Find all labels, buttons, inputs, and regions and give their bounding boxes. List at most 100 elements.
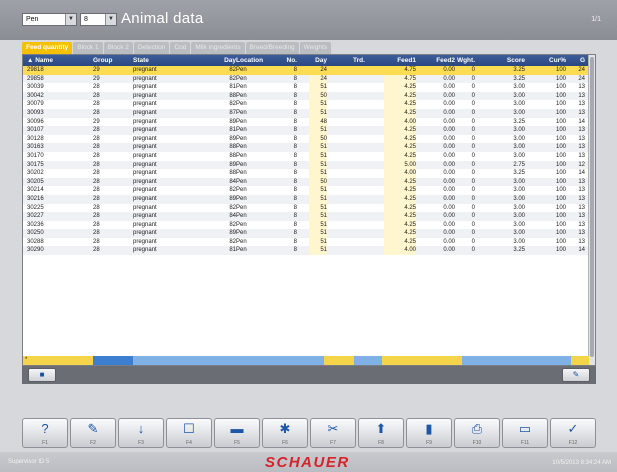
column-header-name[interactable]: ▲ Name	[27, 55, 87, 66]
column-header-feed2[interactable]: Feed2	[423, 55, 455, 66]
function-key-f2[interactable]: ✎ F2	[70, 418, 116, 448]
tab-block-1[interactable]: Block 1	[73, 42, 103, 54]
cell-cur-pct: 100	[555, 92, 566, 99]
tab-weights[interactable]: Weights	[299, 42, 332, 54]
cell-score: 3.00	[513, 127, 525, 134]
scrollbar-thumb[interactable]	[590, 57, 594, 357]
table-row[interactable]: 30205 28 pregnant 84 Pen 8 50 4.25 0.00 0 3.00 100 1…	[23, 177, 589, 187]
column-header-weight[interactable]: Wght.	[455, 55, 475, 66]
filter-select-field[interactable]: Pen ▼	[22, 13, 77, 26]
column-header-trd[interactable]: Trd.	[353, 55, 377, 66]
table-row[interactable]: 29858 29 pregnant 82 Pen 8 24 4.75 0.00 0 3.25 100 2…	[23, 74, 589, 84]
table-row[interactable]: 29818 29 pregnant 82 Pen 8 24 4.75 0.00 0 3.25 100 2…	[23, 66, 589, 75]
table-row[interactable]: 30214 28 pregnant 82 Pen 8 51 4.25 0.00 0 3.00 100 1…	[23, 186, 589, 195]
tab-cod[interactable]: Cod	[170, 42, 191, 54]
cell-weight: 0	[471, 187, 475, 194]
cell-cur-pct: 100	[555, 135, 566, 142]
function-key-f6[interactable]: ✱ F6	[262, 418, 308, 448]
column-header-no[interactable]: No.	[283, 55, 297, 66]
tab-milk-ingredients[interactable]: Milk ingredients	[191, 42, 245, 54]
cell-group: 29	[93, 75, 100, 82]
tab-breed-breeding[interactable]: Breed/Breeding	[245, 42, 299, 54]
table-row[interactable]: 30170 28 pregnant 88 Pen 8 51 4.25 0.00 0 3.00 100 1…	[23, 151, 589, 161]
cell-name: 30205	[27, 178, 44, 185]
function-key-label: F5	[234, 440, 240, 446]
column-header-day2[interactable]: Day	[309, 55, 327, 66]
function-key-f11[interactable]: ▭ F11	[502, 418, 548, 448]
table-row[interactable]: 30290 28 pregnant 81 Pen 8 51 4.00 0.00 0 3.25 100 1…	[23, 246, 589, 256]
column-header-cur-pct[interactable]: Cur%	[528, 55, 566, 66]
column-header-group[interactable]: Group	[93, 55, 129, 66]
vertical-scrollbar[interactable]	[588, 55, 595, 365]
table-row[interactable]: 30236 28 pregnant 82 Pen 8 51 4.25 0.00 0 3.00 100 1…	[23, 220, 589, 230]
table-row[interactable]: 30096 29 pregnant 89 Pen 8 48 4.00 0.00 0 3.25 100 1…	[23, 117, 589, 127]
page-title: Animal data	[121, 10, 204, 27]
cell-group: 28	[93, 101, 100, 108]
table-row[interactable]: 30202 28 pregnant 88 Pen 8 51 4.00 0.00 0 3.25 100 1…	[23, 169, 589, 178]
tab-feed-quantity[interactable]: Feed quantity	[22, 42, 73, 54]
cell-g: 13	[578, 238, 585, 245]
column-header-g[interactable]: G	[571, 55, 585, 66]
function-key-f4[interactable]: ☐ F4	[166, 418, 212, 448]
column-header-feed1[interactable]: Feed1	[384, 55, 416, 66]
function-key-f5[interactable]: ▬ F5	[214, 418, 260, 448]
cell-state: pregnant	[133, 213, 157, 220]
cell-name: 29858	[27, 75, 44, 82]
table-row[interactable]: 30225 28 pregnant 82 Pen 8 51 4.25 0.00 0 3.00 100 1…	[23, 203, 589, 213]
table-row[interactable]: 30216 28 pregnant 89 Pen 8 51 4.25 0.00 0 3.00 100 1…	[23, 194, 589, 204]
table-row[interactable]: 30250 28 pregnant 89 Pen 8 51 4.25 0.00 0 3.00 100 1…	[23, 229, 589, 238]
filter-cell[interactable]	[93, 356, 133, 365]
column-header-score[interactable]: Score	[493, 55, 525, 66]
table-row[interactable]: 30107 28 pregnant 81 Pen 8 51 4.25 0.00 0 3.00 100 1…	[23, 126, 589, 135]
table-row[interactable]: 30093 28 pregnant 87 Pen 8 51 4.25 0.00 0 3.00 100 1…	[23, 108, 589, 118]
function-key-f8[interactable]: ⬆ F8	[358, 418, 404, 448]
filter-cell[interactable]	[382, 356, 462, 365]
table-row[interactable]: 30175 28 pregnant 89 Pen 8 51 5.00 0.00 0 2.75 100 1…	[23, 160, 589, 170]
filter-cell[interactable]	[571, 356, 589, 365]
cell-feed1: 4.25	[384, 186, 416, 195]
tab-detection[interactable]: Detection	[133, 42, 170, 54]
cell-g: 24	[578, 67, 585, 73]
function-key-f9[interactable]: ▮ F9	[406, 418, 452, 448]
cell-group: 28	[93, 135, 100, 142]
cell-score: 3.00	[513, 221, 525, 228]
filter-cell[interactable]	[324, 356, 354, 365]
cell-no: 8	[293, 178, 297, 185]
function-key-f12[interactable]: ✓ F12	[550, 418, 596, 448]
tab-block-2[interactable]: Block 2	[103, 42, 133, 54]
cell-weight: 0	[471, 101, 475, 108]
cell-location: Pen	[236, 152, 247, 159]
cell-name: 30288	[27, 238, 44, 245]
cell-cur-pct: 100	[555, 67, 566, 73]
cell-cur-pct: 100	[555, 152, 566, 159]
cell-weight: 0	[471, 144, 475, 151]
function-key-f1[interactable]: ? F1	[22, 418, 68, 448]
table-row[interactable]: 30163 28 pregnant 88 Pen 8 51 4.25 0.00 0 3.00 100 1…	[23, 143, 589, 152]
cell-score: 3.25	[513, 170, 525, 177]
record-button[interactable]: ■	[28, 368, 56, 382]
cell-group: 28	[93, 187, 100, 194]
table-row[interactable]: 30079 28 pregnant 82 Pen 8 51 4.25 0.00 0 3.00 100 1…	[23, 100, 589, 109]
cell-day2: 51	[309, 246, 327, 256]
filter-select-value[interactable]: 8 ▼	[80, 13, 117, 26]
schauer-logo: SCHAUER	[265, 454, 350, 471]
column-header-location[interactable]: Location	[236, 55, 281, 66]
table-row[interactable]: 30288 28 pregnant 82 Pen 8 51 4.25 0.00 0 3.00 100 1…	[23, 237, 589, 247]
function-key-f7[interactable]: ✂ F7	[310, 418, 356, 448]
cell-day2: 51	[309, 83, 327, 92]
function-key-f3[interactable]: ↓ F3	[118, 418, 164, 448]
filter-row[interactable]: *	[23, 356, 589, 365]
column-header-day[interactable]: Day	[218, 55, 236, 66]
cell-g: 13	[578, 127, 585, 134]
function-key-label: F1	[42, 440, 48, 446]
cell-weight: 0	[471, 152, 475, 159]
table-row[interactable]: 30128 28 pregnant 89 Pen 8 50 4.25 0.00 0 3.00 100 1…	[23, 134, 589, 144]
table-row[interactable]: 30039 28 pregnant 81 Pen 8 51 4.25 0.00 0 3.00 100 1…	[23, 83, 589, 92]
cell-location: Pen	[236, 230, 247, 237]
column-header-state[interactable]: State	[133, 55, 213, 66]
cell-day: 89	[229, 161, 236, 168]
table-row[interactable]: 30227 28 pregnant 84 Pen 8 51 4.25 0.00 0 3.00 100 1…	[23, 212, 589, 221]
function-key-f10[interactable]: ⎙ F10	[454, 418, 500, 448]
table-row[interactable]: 30042 28 pregnant 88 Pen 8 50 4.25 0.00 0 3.00 100 1…	[23, 91, 589, 101]
edit-record-button[interactable]: ✎	[562, 368, 590, 382]
